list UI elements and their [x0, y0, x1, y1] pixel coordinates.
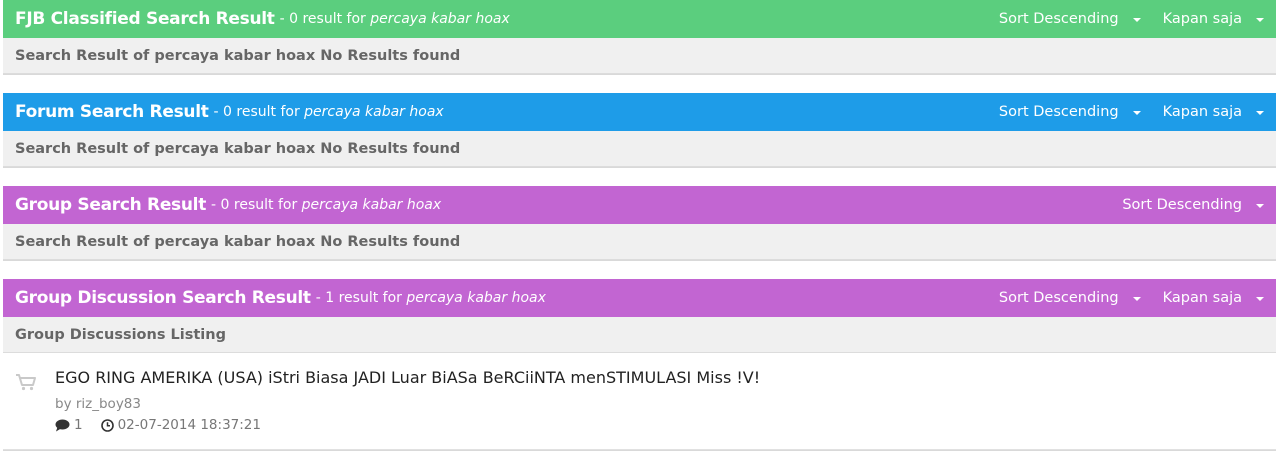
listing-label: Group Discussions Listing — [3, 317, 1276, 353]
caret-down-icon — [1256, 204, 1264, 208]
forum-header: Forum Search Result - 0 result for perca… — [3, 93, 1276, 131]
cart-icon — [15, 367, 55, 433]
result-count: - 0 result for percaya kabar hoax — [211, 197, 442, 213]
item-stats: 1 02-07-2014 18:37:21 — [55, 417, 1264, 433]
section-title: Forum Search Result — [15, 102, 209, 122]
list-item: EGO RING AMERIKA (USA) iStri Biasa JADI … — [3, 353, 1276, 450]
sort-dropdown[interactable]: Sort Descending — [1122, 197, 1264, 213]
sort-dropdown[interactable]: Sort Descending — [999, 11, 1141, 27]
time-dropdown[interactable]: Kapan saja — [1163, 290, 1264, 306]
time-dropdown[interactable]: Kapan saja — [1163, 11, 1264, 27]
caret-down-icon — [1132, 111, 1141, 115]
group-discussion-header: Group Discussion Search Result - 1 resul… — [3, 279, 1276, 317]
no-results-message: Search Result of percaya kabar hoax No R… — [3, 131, 1276, 167]
sort-dropdown[interactable]: Sort Descending — [999, 290, 1141, 306]
section-title: Group Discussion Search Result — [15, 288, 311, 308]
caret-down-icon — [1256, 111, 1264, 115]
sort-dropdown[interactable]: Sort Descending — [999, 104, 1141, 120]
no-results-message: Search Result of percaya kabar hoax No R… — [3, 38, 1276, 74]
comment-icon — [55, 419, 70, 431]
section-title: FJB Classified Search Result — [15, 9, 275, 29]
discussion-title-link[interactable]: EGO RING AMERIKA (USA) iStri Biasa JADI … — [55, 367, 1264, 389]
time-dropdown[interactable]: Kapan saja — [1163, 104, 1264, 120]
query-text: percaya kabar hoax — [301, 197, 442, 213]
group-discussion-section: Group Discussion Search Result - 1 resul… — [3, 279, 1276, 450]
comment-count: 1 — [74, 417, 83, 433]
result-count: - 0 result for percaya kabar hoax — [279, 11, 510, 27]
caret-down-icon — [1132, 18, 1141, 22]
fjb-header: FJB Classified Search Result - 0 result … — [3, 0, 1276, 38]
query-text: percaya kabar hoax — [406, 290, 546, 306]
section-title: Group Search Result — [15, 195, 207, 215]
forum-section: Forum Search Result - 0 result for perca… — [3, 93, 1276, 167]
query-text: percaya kabar hoax — [304, 104, 444, 120]
no-results-message: Search Result of percaya kabar hoax No R… — [3, 224, 1276, 260]
query-text: percaya kabar hoax — [370, 11, 510, 27]
group-header: Group Search Result - 0 result for perca… — [3, 186, 1276, 224]
caret-down-icon — [1132, 297, 1141, 301]
caret-down-icon — [1256, 18, 1264, 22]
search-results-page: FJB Classified Search Result - 0 result … — [3, 0, 1276, 450]
result-count: - 1 result for percaya kabar hoax — [315, 290, 546, 306]
post-datetime: 02-07-2014 18:37:21 — [117, 417, 261, 433]
result-count: - 0 result for percaya kabar hoax — [213, 104, 444, 120]
caret-down-icon — [1256, 297, 1264, 301]
author: by riz_boy83 — [55, 396, 141, 412]
fjb-section: FJB Classified Search Result - 0 result … — [3, 0, 1276, 74]
clock-icon — [100, 418, 114, 432]
group-section: Group Search Result - 0 result for perca… — [3, 186, 1276, 260]
